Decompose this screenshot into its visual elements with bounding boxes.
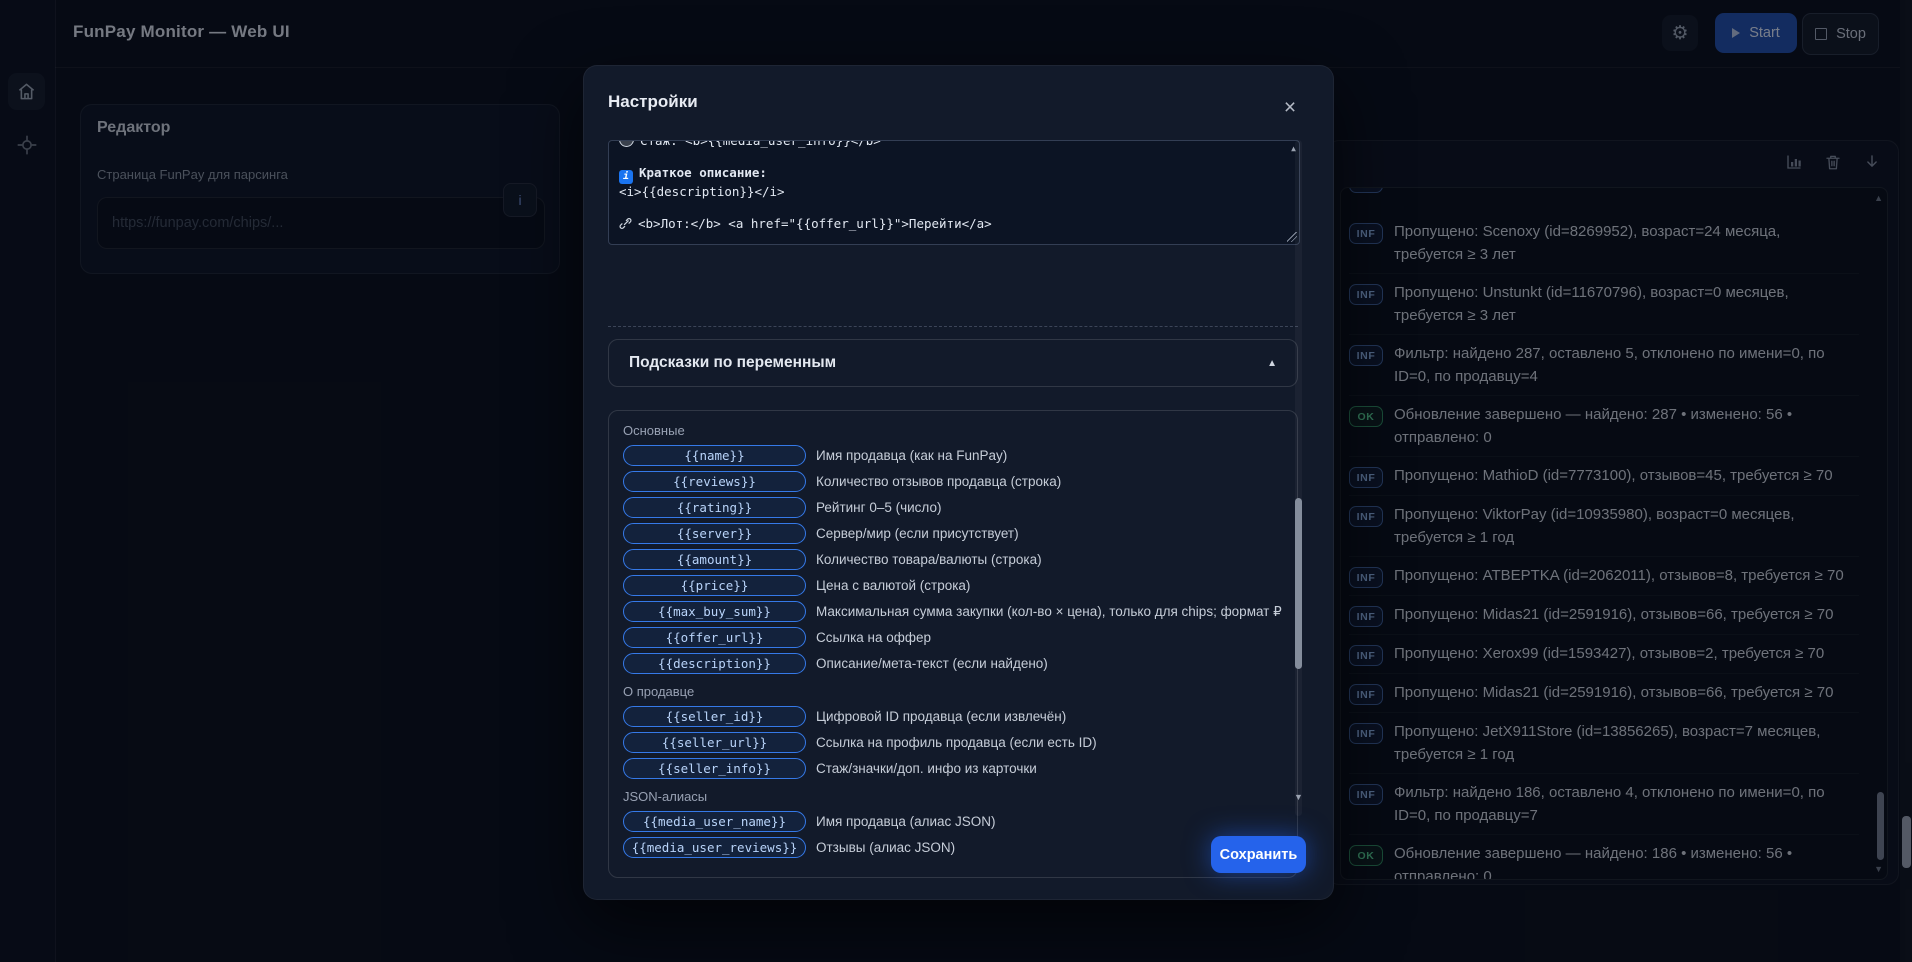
save-button[interactable]: Сохранить — [1211, 836, 1306, 873]
hint-row: {{media_user_reviews}} Отзывы (алиас JSON… — [623, 837, 1283, 858]
variable-description: Имя продавца (как на FunPay) — [816, 448, 1007, 463]
hint-row: {{seller_id}} Цифровой ID продавца (если … — [623, 706, 1283, 727]
template-line: <b>Лот:</b> <a href="{{offer_url}}">Пере… — [619, 216, 1287, 232]
modal-scroll-down-icon[interactable]: ▼ — [1294, 792, 1303, 802]
hint-row: {{rating}} Рейтинг 0–5 (число) — [623, 497, 1283, 518]
variable-description: Максимальная сумма закупки (кол-во × цен… — [816, 604, 1282, 620]
template-line: <i>{{description}}</i> — [619, 184, 1287, 200]
hint-row: {{name}} Имя продавца (как на FunPay) — [623, 445, 1283, 466]
hint-group-label: JSON-алиасы — [623, 789, 1283, 806]
clock-icon — [619, 140, 634, 147]
hint-row: {{description}} Описание/мета-текст (если… — [623, 653, 1283, 674]
hint-row: {{seller_info}} Стаж/значки/доп. инфо из … — [623, 758, 1283, 779]
variable-description: Стаж/значки/доп. инфо из карточки — [816, 761, 1037, 776]
template-line-text: <i>{{description}}</i> — [619, 184, 785, 199]
template-textarea[interactable]: Стаж: <b>{{media_user_info}}</b> i Кратко… — [608, 140, 1300, 245]
variable-chip[interactable]: {{seller_info}} — [623, 758, 806, 779]
variable-chip[interactable]: {{price}} — [623, 575, 806, 596]
variable-chip[interactable]: {{description}} — [623, 653, 806, 674]
variable-chip[interactable]: {{reviews}} — [623, 471, 806, 492]
variable-chip[interactable]: {{rating}} — [623, 497, 806, 518]
variable-chip[interactable]: {{amount}} — [623, 549, 806, 570]
modal-scrollbar-thumb[interactable] — [1295, 498, 1302, 669]
variable-chip[interactable]: {{seller_id}} — [623, 706, 806, 727]
variable-description: Количество отзывов продавца (строка) — [816, 474, 1061, 489]
variable-description: Количество товара/валюты (строка) — [816, 552, 1042, 567]
modal-scrollbar-track[interactable] — [1295, 140, 1302, 816]
modal-title: Настройки — [608, 92, 698, 112]
hint-group-label: О продавце — [623, 684, 1283, 701]
link-icon — [619, 217, 632, 230]
hint-row: {{seller_url}} Ссылка на профиль продавца… — [623, 732, 1283, 753]
divider — [608, 326, 1298, 327]
template-line-text: Стаж: <b>{{media_user_info}}</b> — [640, 140, 881, 148]
hint-group-label: Основные — [623, 423, 1283, 440]
template-line — [619, 149, 1287, 165]
variable-hints-panel: Основные {{name}} Имя продавца (как на Fun… — [608, 410, 1298, 878]
variable-chip[interactable]: {{name}} — [623, 445, 806, 466]
hint-row: {{server}} Сервер/мир (если присутствует) — [623, 523, 1283, 544]
hints-accordion-title: Подсказки по переменным — [629, 354, 836, 372]
template-line-text: <b>Лот:</b> <a href="{{offer_url}}">Пере… — [638, 216, 992, 231]
template-line — [619, 200, 1287, 216]
hint-row: {{amount}} Количество товара/валюты (стро… — [623, 549, 1283, 570]
variable-chip[interactable]: {{seller_url}} — [623, 732, 806, 753]
template-line: i Краткое описание: — [619, 165, 1287, 184]
variable-description: Ссылка на оффер — [816, 630, 931, 645]
close-icon: × — [1284, 96, 1296, 120]
hint-row: {{price}} Цена с валютой (строка) — [623, 575, 1283, 596]
variable-description: Имя продавца (алиас JSON) — [816, 814, 996, 829]
variable-chip[interactable]: {{max_buy_sum}} — [623, 601, 806, 622]
variable-chip[interactable]: {{media_user_name}} — [623, 811, 806, 832]
variable-description: Рейтинг 0–5 (число) — [816, 500, 941, 515]
variable-description: Ссылка на профиль продавца (если есть ID… — [816, 735, 1097, 750]
variable-chip[interactable]: {{server}} — [623, 523, 806, 544]
close-button[interactable]: × — [1278, 96, 1302, 120]
variable-description: Цена с валютой (строка) — [816, 578, 970, 593]
hint-row: {{reviews}} Количество отзывов продавца (… — [623, 471, 1283, 492]
info-icon: i — [619, 170, 633, 184]
settings-modal: Настройки × Стаж: <b>{{media_user_info}}… — [583, 65, 1334, 900]
template-line: Стаж: <b>{{media_user_info}}</b> — [619, 140, 1287, 149]
hint-row: {{max_buy_sum}} Максимальная сумма закупк… — [623, 601, 1283, 622]
variable-description: Сервер/мир (если присутствует) — [816, 526, 1019, 541]
template-line-text: Краткое описание: — [639, 165, 767, 180]
chevron-up-icon: ▲ — [1267, 358, 1277, 369]
variable-chip[interactable]: {{media_user_reviews}} — [623, 837, 806, 858]
template-text: Стаж: <b>{{media_user_info}}</b> i Кратко… — [619, 140, 1287, 232]
variable-description: Цифровой ID продавца (если извлечён) — [816, 709, 1066, 724]
hint-row: {{offer_url}} Ссылка на оффер — [623, 627, 1283, 648]
variable-chip[interactable]: {{offer_url}} — [623, 627, 806, 648]
variable-description: Отзывы (алиас JSON) — [816, 840, 955, 855]
hint-row: {{media_user_name}} Имя продавца (алиас J… — [623, 811, 1283, 832]
hints-accordion-header[interactable]: Подсказки по переменным ▲ — [608, 339, 1298, 387]
variable-description: Описание/мета-текст (если найдено) — [816, 656, 1048, 671]
